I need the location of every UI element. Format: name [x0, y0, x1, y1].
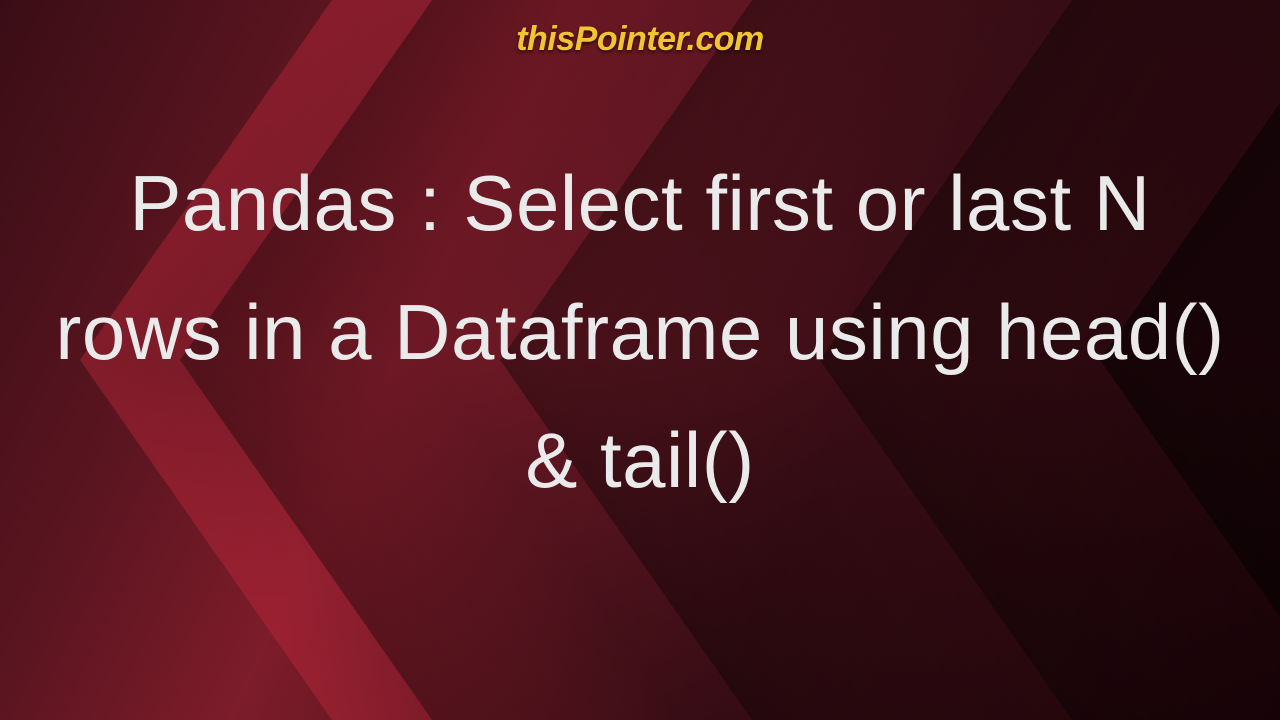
- brand-logo-text: thisPointer.com: [516, 20, 764, 59]
- content-container: thisPointer.com Pandas : Select first or…: [0, 0, 1280, 720]
- article-title: Pandas : Select first or last N rows in …: [0, 139, 1280, 525]
